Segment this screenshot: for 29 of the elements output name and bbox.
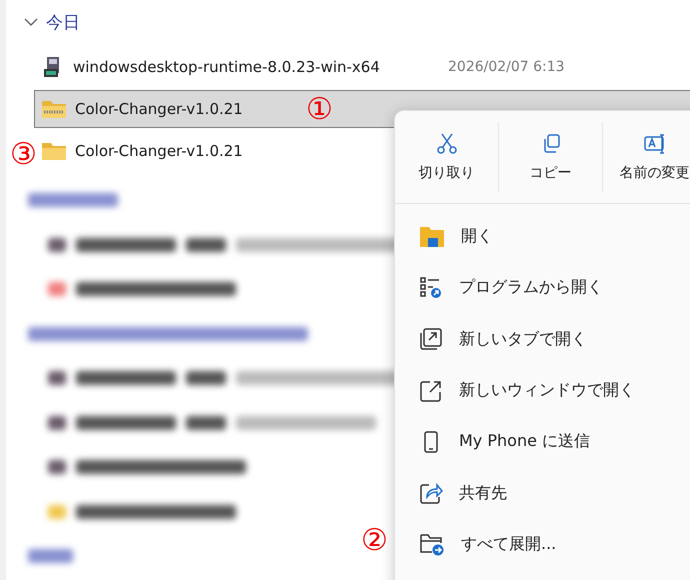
- number-annotation: ②: [361, 526, 388, 556]
- menu-item[interactable]: 新しいタブで開く: [395, 314, 690, 365]
- file-name: Color-Changer-v1.0.21: [75, 100, 243, 118]
- menu-action-button[interactable]: コピー: [499, 122, 603, 192]
- folder-icon: [419, 224, 445, 249]
- menu-item[interactable]: 共有先: [395, 467, 690, 519]
- menu-item[interactable]: すべて展開...: [395, 518, 690, 570]
- menu-item[interactable]: My Phone に送信: [395, 416, 690, 468]
- scissors-icon: [434, 132, 458, 156]
- new-tab-icon: [419, 327, 443, 352]
- folder-icon: [41, 140, 67, 162]
- chevron-down-icon[interactable]: [24, 18, 38, 26]
- rename-icon: [642, 132, 666, 156]
- extract-folder-icon: [419, 532, 445, 556]
- file-row[interactable]: windowsdesktop-runtime-8.0.23-win-x64 2026/02/07 6:13: [34, 48, 690, 86]
- file-date: 2026/02/07 6:13: [448, 59, 565, 75]
- menu-action-button[interactable]: 切り取り: [395, 122, 499, 192]
- group-header: 今日: [46, 12, 80, 34]
- number-annotation: ①: [306, 95, 333, 125]
- file-name: Color-Changer-v1.0.21: [75, 142, 243, 160]
- number-annotation: ③: [10, 140, 37, 170]
- menu-item[interactable]: 開く: [395, 211, 690, 262]
- zip-folder-icon: [41, 98, 67, 120]
- new-window-icon: [419, 378, 443, 403]
- share-icon: [419, 481, 443, 506]
- open-with-icon: [419, 276, 443, 300]
- menu-item[interactable]: 新しいウィンドウで開く: [395, 364, 690, 416]
- menu-item[interactable]: プログラムから開く: [395, 262, 690, 314]
- file-name: windowsdesktop-runtime-8.0.23-win-x64: [73, 58, 380, 76]
